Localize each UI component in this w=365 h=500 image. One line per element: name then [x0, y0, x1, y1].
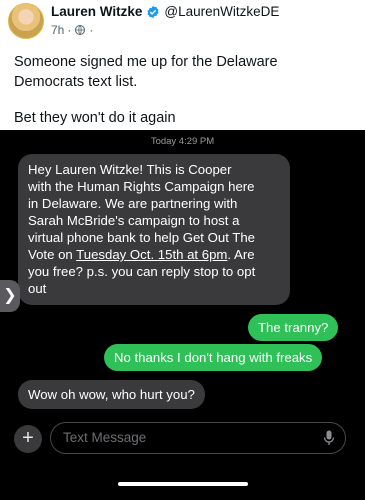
message-line: in Delaware. We are partnering with	[28, 196, 238, 211]
public-globe-icon	[75, 25, 86, 35]
message-line: virtual phone bank to help Get Out The	[28, 230, 256, 245]
post-text-line: Bet they won't do it again	[14, 110, 176, 126]
post-meta: 7h · ·	[51, 23, 96, 37]
author-avatar[interactable]	[8, 3, 44, 39]
date-link[interactable]: Tuesday Oct. 15th at 6pm	[76, 247, 227, 262]
verified-badge-icon	[147, 5, 159, 18]
home-indicator	[118, 482, 248, 486]
message-line: with the Human Rights Campaign here	[28, 179, 255, 194]
incoming-message-bubble: Wow oh wow, who hurt you?	[18, 380, 205, 409]
message-text: Vote on	[28, 247, 77, 262]
outgoing-message-bubble: The tranny?	[248, 314, 339, 341]
message-line: Sarah McBride's campaign to host a	[28, 213, 240, 228]
message-timestamp: Today 4:29 PM	[150, 136, 215, 147]
incoming-message-bubble: Hey Lauren Witzke! This is Cooper with t…	[18, 154, 290, 305]
chevron-right-icon[interactable]: ❯	[0, 280, 20, 312]
message-line: Vote on Tuesday Oct. 15th at 6pm. Are	[28, 246, 280, 263]
separator-dot: ·	[67, 23, 72, 37]
outgoing-message-bubble: No thanks I don't hang with freaks	[104, 344, 323, 371]
message-text: . Are	[227, 247, 255, 262]
message-line: out	[28, 281, 47, 296]
add-attachment-button[interactable]: +	[14, 425, 42, 453]
post-header: Lauren Witzke @LaurenWitzkeDE 7h · ·	[0, 0, 365, 44]
message-placeholder: Text Message	[63, 430, 147, 445]
author-line: Lauren Witzke @LaurenWitzkeDE	[51, 4, 279, 19]
message-input[interactable]: Text Message	[50, 422, 346, 454]
microphone-icon[interactable]	[323, 430, 335, 446]
messages-screenshot[interactable]: Today 4:29 PM Hey Lauren Witzke! This is…	[0, 130, 365, 500]
author-name[interactable]: Lauren Witzke	[51, 4, 142, 19]
message-line: Hey Lauren Witzke! This is Cooper	[28, 162, 232, 177]
separator-dot: ·	[89, 23, 94, 37]
author-handle[interactable]: @LaurenWitzkeDE	[164, 4, 279, 19]
message-line: you free? p.s. you can reply stop to opt	[28, 264, 256, 279]
post-text-line: Democrats text list.	[14, 74, 138, 90]
post-text-line: Someone signed me up for the Delaware	[14, 54, 278, 70]
post-time[interactable]: 7h	[51, 23, 64, 37]
